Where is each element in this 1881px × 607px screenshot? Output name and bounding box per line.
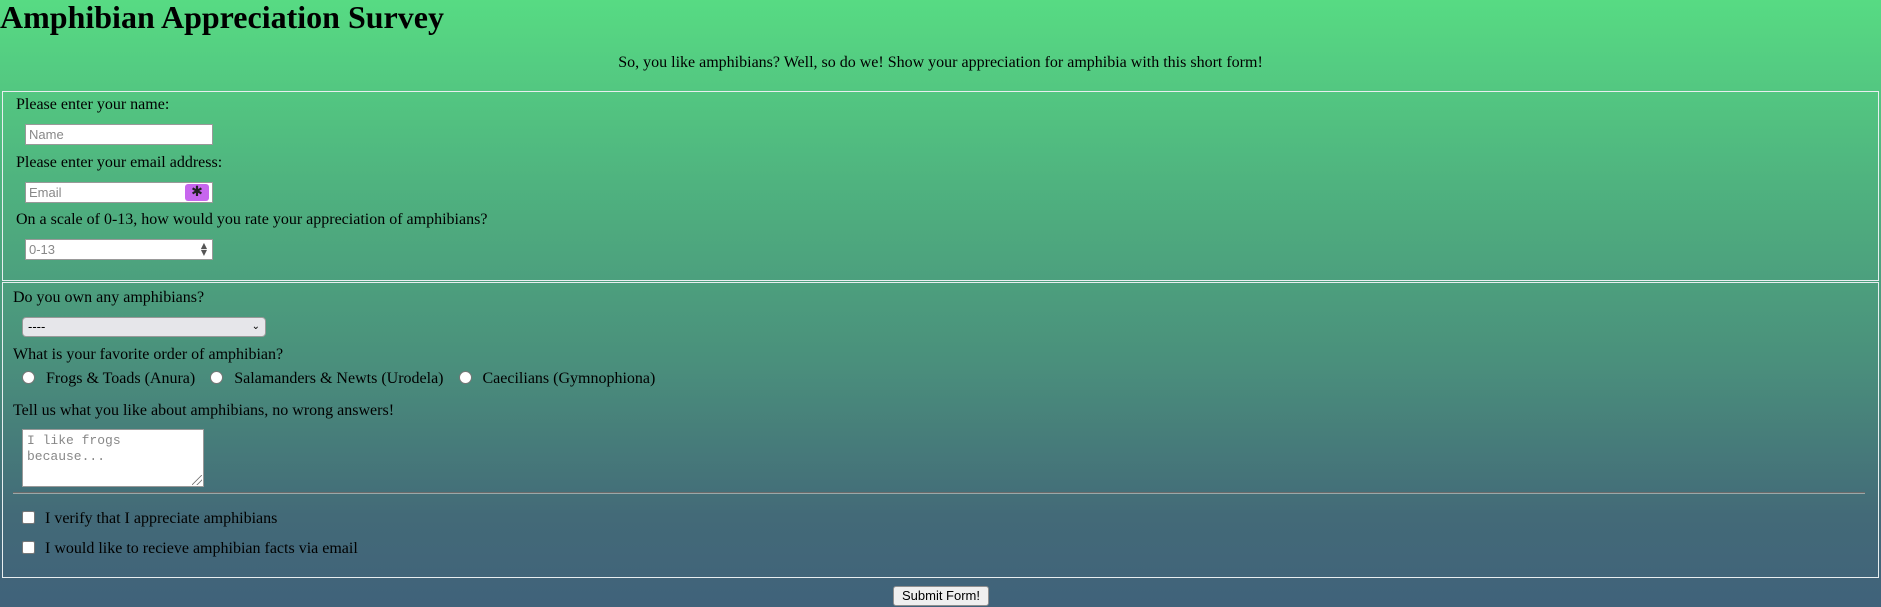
number-spinner-icon[interactable]: ▲ ▼ bbox=[198, 242, 210, 257]
radio-button[interactable] bbox=[210, 371, 224, 384]
name-input[interactable]: Name bbox=[25, 124, 213, 145]
password-manager-icon[interactable]: ✱ bbox=[185, 184, 209, 201]
facts-label: I would like to recieve amphibian facts … bbox=[45, 540, 358, 557]
comments-textarea[interactable]: I like frogs because... bbox=[22, 429, 204, 487]
resize-grip-icon[interactable] bbox=[192, 475, 202, 485]
divider bbox=[13, 492, 1865, 494]
radio-label: Frogs & Toads (Anura) bbox=[46, 370, 196, 387]
rating-input[interactable]: 0-13 ▲ ▼ bbox=[25, 239, 213, 260]
own-label: Do you own any amphibians? bbox=[13, 289, 205, 306]
radio-option-gymnophiona[interactable]: Caecilians (Gymnophiona) bbox=[458, 370, 656, 388]
name-placeholder: Name bbox=[29, 127, 64, 142]
radio-label: Caecilians (Gymnophiona) bbox=[482, 370, 656, 387]
own-amphibians-select[interactable]: ---- ⌄ bbox=[22, 317, 266, 337]
radio-option-anura[interactable]: Frogs & Toads (Anura) bbox=[22, 370, 195, 388]
email-placeholder: Email bbox=[29, 185, 62, 200]
name-label: Please enter your name: bbox=[16, 96, 170, 113]
verify-checkbox[interactable] bbox=[22, 511, 35, 524]
preferences-fieldset bbox=[2, 282, 1879, 578]
comments-placeholder: I like frogs because... bbox=[27, 433, 121, 464]
page-description: So, you like amphibians? Well, so do we!… bbox=[618, 54, 1263, 71]
rating-label: On a scale of 0-13, how would you rate y… bbox=[16, 211, 488, 228]
verify-label: I verify that I appreciate amphibians bbox=[45, 510, 278, 527]
facts-checkbox[interactable] bbox=[22, 541, 35, 554]
page-title: Amphibian Appreciation Survey bbox=[0, 0, 444, 35]
radio-button[interactable] bbox=[22, 371, 35, 384]
verify-checkbox-row[interactable]: I verify that I appreciate amphibians bbox=[22, 510, 277, 530]
order-label: What is your favorite order of amphibian… bbox=[13, 346, 284, 363]
radio-label: Salamanders & Newts (Urodela) bbox=[234, 370, 444, 387]
radio-button[interactable] bbox=[458, 371, 472, 384]
submit-button[interactable]: Submit Form! bbox=[893, 586, 989, 606]
email-label: Please enter your email address: bbox=[16, 154, 223, 171]
chevron-down-icon: ⌄ bbox=[251, 321, 260, 332]
facts-checkbox-row[interactable]: I would like to recieve amphibian facts … bbox=[22, 540, 358, 560]
rating-placeholder: 0-13 bbox=[29, 242, 56, 257]
contact-fieldset: Please enter your name: Name Please ente… bbox=[2, 91, 1879, 281]
email-input[interactable]: Email ✱ bbox=[25, 182, 213, 203]
order-radio-group: Frogs & Toads (Anura) Salamanders & Newt… bbox=[22, 370, 666, 390]
select-value: ---- bbox=[28, 319, 46, 334]
radio-option-urodela[interactable]: Salamanders & Newts (Urodela) bbox=[210, 370, 444, 388]
comments-label: Tell us what you like about amphibians, … bbox=[13, 402, 395, 419]
